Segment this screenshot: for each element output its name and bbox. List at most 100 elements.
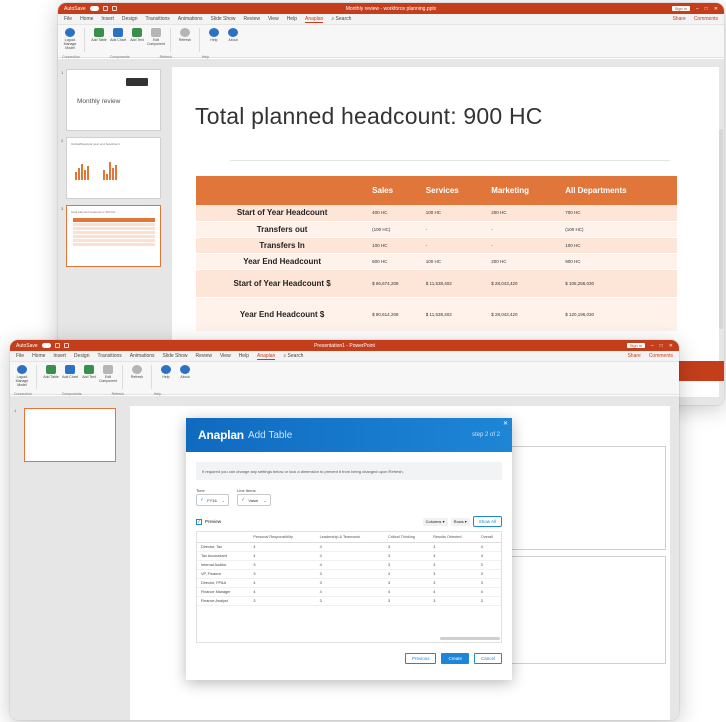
menu-view[interactable]: View	[268, 16, 279, 22]
table-cell: 4	[480, 587, 501, 597]
content-placeholder[interactable]	[500, 556, 666, 664]
rows-pivot[interactable]: Rows ▾	[450, 517, 470, 526]
ribbon-separator	[170, 28, 171, 52]
menu-design[interactable]: Design	[122, 16, 138, 22]
menu-help[interactable]: Help	[287, 16, 297, 22]
add-table-button[interactable]: Add Table	[91, 28, 107, 42]
search-box[interactable]: ⌕ Search	[283, 353, 303, 359]
headcount-table[interactable]: Sales Services Marketing All Departments…	[196, 176, 677, 332]
menu-view[interactable]: View	[220, 353, 231, 359]
maximize-icon[interactable]: □	[705, 6, 708, 12]
comments-button[interactable]: Comments	[649, 353, 673, 359]
menu-slide-show[interactable]: Slide Show	[211, 16, 236, 22]
info-icon	[180, 365, 190, 374]
close-icon[interactable]: ✕	[669, 343, 673, 349]
menu-animations[interactable]: Animations	[130, 353, 155, 359]
preview-row: ✓ Preview Columns ▾ Rows ▾ Show All	[196, 516, 502, 527]
menu-design[interactable]: Design	[74, 353, 90, 359]
autosave-toggle[interactable]	[89, 6, 99, 11]
slide-thumbnail-1[interactable]	[24, 408, 116, 462]
content-placeholder[interactable]	[500, 446, 666, 550]
menu-animations[interactable]: Animations	[178, 16, 203, 22]
table-cell: 3	[433, 569, 481, 579]
line-items-selector: Line Items ✓ Value ⌄	[237, 488, 271, 506]
add-text-button[interactable]: Add Text	[129, 28, 145, 42]
menu-anaplan[interactable]: Anaplan	[304, 16, 324, 23]
add-text-button[interactable]: Add Text	[81, 365, 97, 379]
about-button[interactable]: About	[177, 365, 193, 379]
time-selector: Time ✓ FY16 ⌄	[196, 488, 230, 506]
search-box[interactable]: ⌕ Search	[331, 16, 351, 22]
save-icon[interactable]	[54, 343, 60, 348]
help-button[interactable]: Help	[206, 28, 222, 42]
add-chart-button[interactable]: Add Chart	[110, 28, 126, 42]
preview-checkbox[interactable]: ✓	[196, 518, 202, 525]
menu-help[interactable]: Help	[239, 353, 249, 359]
autosave-toggle[interactable]	[41, 343, 51, 348]
columns-pivot[interactable]: Columns ▾	[422, 517, 448, 526]
table-cell: 4	[387, 569, 434, 579]
slide-thumbnail-1[interactable]: 1 Monthly review	[61, 69, 161, 131]
menu-home[interactable]: Home	[80, 16, 93, 22]
menu-transitions[interactable]: Transitions	[98, 353, 122, 359]
undo-icon[interactable]	[111, 6, 117, 11]
menu-insert[interactable]: Insert	[101, 16, 114, 22]
menu-slide-show[interactable]: Slide Show	[163, 353, 188, 359]
user-icon	[65, 28, 75, 37]
menu-review[interactable]: Review	[244, 16, 260, 22]
edit-component-button[interactable]: Edit Component	[147, 28, 165, 46]
logout-manage-model-button[interactable]: Logout Manage Model	[62, 28, 78, 50]
create-button[interactable]: Create	[441, 653, 469, 664]
undo-icon[interactable]	[63, 343, 69, 348]
close-icon[interactable]: ✕	[503, 420, 508, 427]
refresh-button[interactable]: Refresh	[129, 365, 145, 379]
front-powerpoint-window: AutoSave Presentation1 - PowerPoint Sign…	[10, 340, 679, 720]
previous-button[interactable]: Previous	[404, 653, 437, 664]
menu-review[interactable]: Review	[196, 353, 212, 359]
menu-file[interactable]: File	[64, 16, 72, 22]
table-cell: 900 HC	[561, 253, 677, 270]
table-cell: 100 HC	[421, 205, 488, 222]
maximize-icon[interactable]: □	[660, 343, 663, 349]
close-icon[interactable]: ✕	[714, 6, 718, 12]
comments-button[interactable]: Comments	[694, 16, 718, 22]
slide-title[interactable]: Total planned headcount: 900 HC	[195, 103, 543, 130]
add-chart-button[interactable]: Add Chart	[62, 365, 78, 379]
minimize-icon[interactable]: –	[651, 343, 654, 349]
menu-file[interactable]: File	[16, 353, 24, 359]
logout-manage-model-button[interactable]: Logout Manage Model	[14, 365, 30, 387]
show-all-button[interactable]: Show All	[472, 516, 502, 527]
table-cell: 200 HC	[487, 205, 562, 222]
time-value: FY16	[207, 497, 217, 503]
minimize-icon[interactable]: –	[696, 6, 699, 12]
ribbon-label: Add Text	[82, 375, 96, 379]
table-cell: 3	[387, 578, 434, 588]
about-button[interactable]: About	[225, 28, 241, 42]
table-cell: 600 HC	[368, 253, 422, 270]
cancel-button[interactable]: Cancel	[473, 653, 502, 664]
menu-anaplan[interactable]: Anaplan	[256, 353, 276, 360]
vertical-scrollbar[interactable]	[719, 129, 723, 329]
slide-thumbnail-2[interactable]: 2 Global/Regional year end headcount	[61, 137, 161, 199]
edit-component-button[interactable]: Edit Component	[99, 365, 117, 383]
menu-home[interactable]: Home	[32, 353, 45, 359]
save-icon[interactable]	[102, 6, 108, 11]
help-button[interactable]: Help	[158, 365, 174, 379]
table-cell: 4	[387, 587, 434, 597]
sign-in-button[interactable]: Sign in	[671, 6, 690, 11]
table-cell: 3	[480, 596, 501, 606]
thumb-number: 2	[61, 138, 64, 143]
row-label: Year End Headcount	[196, 253, 369, 270]
slide-thumbnail-3[interactable]: 3 Total planned headcount: 900 HC	[61, 205, 161, 267]
sign-in-button[interactable]: Sign in	[626, 343, 645, 348]
time-dropdown[interactable]: ✓ FY16 ⌄	[196, 494, 230, 506]
line-items-dropdown[interactable]: ✓ Value ⌄	[237, 494, 271, 506]
menu-transitions[interactable]: Transitions	[146, 16, 170, 22]
add-table-button[interactable]: Add Table	[43, 365, 59, 379]
refresh-button[interactable]: Refresh	[177, 28, 193, 42]
share-button[interactable]: Share	[672, 16, 685, 22]
table-cell: 4	[253, 551, 320, 561]
horizontal-scrollbar[interactable]	[440, 637, 500, 640]
share-button[interactable]: Share	[627, 353, 640, 359]
menu-insert[interactable]: Insert	[53, 353, 66, 359]
